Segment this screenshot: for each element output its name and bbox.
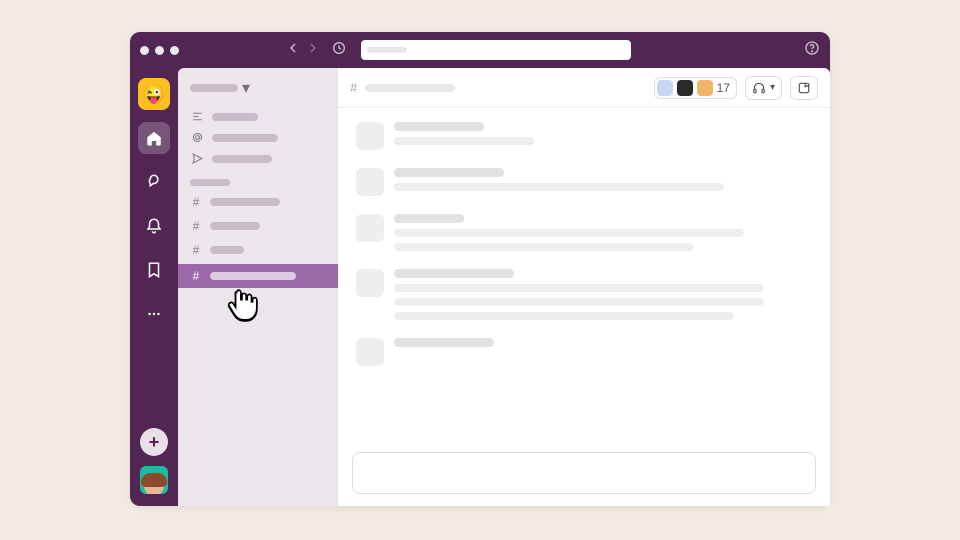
member-avatar (697, 80, 713, 96)
message[interactable] (356, 269, 812, 320)
message-text (394, 284, 764, 292)
back-button[interactable] (285, 40, 301, 61)
member-count-button[interactable]: 17 (654, 77, 737, 99)
member-count: 17 (717, 81, 730, 95)
sidebar-threads[interactable] (178, 108, 338, 125)
message-avatar[interactable] (356, 269, 384, 297)
search-placeholder (367, 47, 407, 53)
message[interactable] (356, 122, 812, 150)
message-avatar[interactable] (356, 122, 384, 150)
channel-header: # 17 ▾ (338, 68, 830, 108)
message-text (394, 243, 694, 251)
channel-item[interactable]: # (178, 192, 338, 212)
message-author[interactable] (394, 269, 514, 278)
sidebar-mentions[interactable] (178, 129, 338, 146)
hash-icon: # (190, 219, 202, 233)
headphones-icon (752, 81, 766, 95)
message-author[interactable] (394, 338, 494, 347)
canvas-button[interactable] (790, 76, 818, 100)
rail-later[interactable] (138, 254, 170, 286)
threads-icon (190, 110, 204, 123)
window-controls[interactable] (140, 46, 179, 55)
message-text (394, 183, 724, 191)
zoom-dot[interactable] (170, 46, 179, 55)
channel-item-active[interactable]: # (178, 264, 338, 288)
chevron-down-icon: ▾ (770, 82, 775, 93)
message-composer[interactable] (352, 452, 816, 494)
member-avatar (657, 80, 673, 96)
app-window: 😜 + (130, 32, 830, 506)
forward-button[interactable] (305, 40, 321, 61)
search-input[interactable] (361, 40, 631, 60)
message-avatar[interactable] (356, 338, 384, 366)
history-icon[interactable] (331, 40, 347, 61)
drafts-icon (190, 152, 204, 165)
member-avatar (677, 80, 693, 96)
create-button[interactable]: + (140, 428, 168, 456)
message[interactable] (356, 338, 812, 366)
rail-more[interactable] (138, 298, 170, 330)
message-list[interactable] (338, 108, 830, 446)
rail-activity[interactable] (138, 210, 170, 242)
workspace-rail: 😜 + (130, 68, 178, 506)
message[interactable] (356, 214, 812, 251)
sidebar-drafts[interactable] (178, 150, 338, 167)
mentions-icon (190, 131, 204, 144)
message-text (394, 312, 734, 320)
canvas-icon (797, 81, 811, 95)
message-author[interactable] (394, 214, 464, 223)
hash-icon: # (350, 80, 357, 95)
channel-view: # 17 ▾ (338, 68, 830, 506)
channel-item[interactable]: # (178, 240, 338, 260)
message-avatar[interactable] (356, 214, 384, 242)
self-avatar[interactable] (140, 466, 168, 494)
huddle-button[interactable]: ▾ (745, 76, 782, 100)
message-avatar[interactable] (356, 168, 384, 196)
message-author[interactable] (394, 168, 504, 177)
titlebar (130, 32, 830, 68)
rail-dms[interactable] (138, 166, 170, 198)
help-icon[interactable] (804, 40, 820, 61)
hash-icon: # (190, 269, 202, 283)
hash-icon: # (190, 195, 202, 209)
workspace-name[interactable]: ▾ (178, 78, 338, 98)
channels-section-label[interactable] (178, 171, 338, 188)
minimize-dot[interactable] (155, 46, 164, 55)
message-text (394, 137, 534, 145)
workspace-switcher[interactable]: 😜 (138, 78, 170, 110)
close-dot[interactable] (140, 46, 149, 55)
message-text (394, 298, 764, 306)
channel-item[interactable]: # (178, 216, 338, 236)
rail-home[interactable] (138, 122, 170, 154)
channel-sidebar: ▾ # # # # (178, 68, 338, 506)
message-author[interactable] (394, 122, 484, 131)
message-text (394, 229, 744, 237)
chevron-down-icon: ▾ (242, 78, 250, 98)
message[interactable] (356, 168, 812, 196)
hash-icon: # (190, 243, 202, 257)
channel-title[interactable] (365, 84, 455, 92)
